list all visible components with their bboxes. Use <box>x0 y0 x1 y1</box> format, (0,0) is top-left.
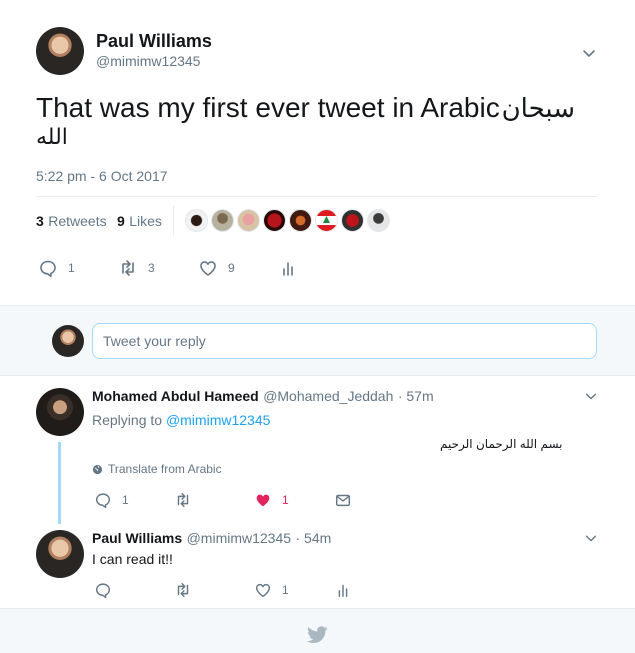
likers-avatars <box>185 209 390 232</box>
author-avatar[interactable] <box>36 27 84 75</box>
reply-input-placeholder: Tweet your reply <box>103 333 206 349</box>
reply-retweet-action[interactable] <box>174 491 192 509</box>
heart-icon <box>254 491 272 509</box>
reply-time[interactable]: · 57m <box>398 388 434 404</box>
reply-like-action[interactable]: 1 <box>254 491 289 509</box>
liker-avatar[interactable] <box>211 209 234 232</box>
retweet-count: 3 <box>148 261 155 275</box>
chevron-down-icon[interactable] <box>584 531 598 545</box>
liker-avatar[interactable] <box>315 209 338 232</box>
replying-to: Replying to @mimimw12345 <box>92 412 270 428</box>
retweets-label: Retweets <box>48 213 107 229</box>
reply-reply-action[interactable]: 1 <box>94 491 129 509</box>
like-count: 9 <box>228 261 235 275</box>
likes-count: 9 <box>117 213 125 229</box>
tweet-text-english: That was my first ever tweet in Arabic <box>36 92 500 123</box>
liker-avatar[interactable] <box>185 209 208 232</box>
thread-line <box>58 442 61 524</box>
reply-like-count: 1 <box>282 493 289 507</box>
divider <box>36 196 598 197</box>
reply-count: 1 <box>68 261 75 275</box>
tweet-text-arabic-1: سبحان <box>501 93 575 123</box>
author-name[interactable]: Paul Williams <box>96 31 212 52</box>
likes-stat[interactable]: 9 Likes <box>117 213 162 231</box>
reply-like-count: 1 <box>282 583 289 597</box>
replying-to-label: Replying to <box>92 412 163 428</box>
reply-time[interactable]: · 54m <box>296 530 332 546</box>
reply-text-arabic: بسم الله الرحمان الرحيم <box>440 437 563 451</box>
translate-link[interactable]: Translate from Arabic <box>92 462 222 476</box>
analytics-icon[interactable] <box>334 581 352 599</box>
liker-avatar[interactable] <box>367 209 390 232</box>
globe-icon <box>92 464 103 475</box>
reply-icon <box>38 258 58 278</box>
reply-author-handle[interactable]: @Mohamed_Jeddah <box>263 388 393 404</box>
reply-author-name[interactable]: Mohamed Abdul Hameed <box>92 388 259 404</box>
retweet-icon <box>174 491 192 509</box>
liker-avatar[interactable] <box>263 209 286 232</box>
tweet-text-arabic-2: الله <box>36 124 68 149</box>
reply-author-handle[interactable]: @mimimw12345 <box>187 530 291 546</box>
reply-header: Paul Williams @mimimw12345 · 54m <box>92 530 331 548</box>
retweet-action[interactable]: 3 <box>118 258 155 278</box>
tweet-timestamp[interactable]: 5:22 pm - 6 Oct 2017 <box>36 168 168 184</box>
analytics-icon[interactable] <box>278 258 298 278</box>
retweet-icon <box>118 258 138 278</box>
heart-icon <box>198 258 218 278</box>
reply-text: I can read it!! <box>92 551 173 567</box>
liker-avatar[interactable] <box>237 209 260 232</box>
reply-input[interactable]: Tweet your reply <box>92 323 597 359</box>
chevron-down-icon[interactable] <box>584 389 598 403</box>
replying-to-handle[interactable]: @mimimw12345 <box>166 412 270 428</box>
retweets-stat[interactable]: 3 Retweets <box>36 213 107 231</box>
reply-author-name[interactable]: Paul Williams <box>92 530 182 546</box>
reply-header: Mohamed Abdul Hameed @Mohamed_Jeddah · 5… <box>92 388 434 406</box>
likes-label: Likes <box>129 213 162 229</box>
reply-like-action[interactable]: 1 <box>254 581 289 599</box>
reply-icon <box>94 581 112 599</box>
reply-reply-count: 1 <box>122 493 129 507</box>
liker-avatar[interactable] <box>289 209 312 232</box>
composer-avatar <box>52 325 84 357</box>
reply-icon <box>94 491 112 509</box>
reply-reply-action[interactable] <box>94 581 112 599</box>
translate-label: Translate from Arabic <box>108 462 222 476</box>
retweet-icon <box>174 581 192 599</box>
twitter-bird-icon <box>307 626 328 644</box>
reply-action[interactable]: 1 <box>38 258 75 278</box>
like-action[interactable]: 9 <box>198 258 235 278</box>
dm-icon[interactable] <box>334 491 352 509</box>
reply-avatar[interactable] <box>36 530 84 578</box>
stats-separator <box>173 206 174 236</box>
reply-retweet-action[interactable] <box>174 581 192 599</box>
retweets-count: 3 <box>36 213 44 229</box>
reply-avatar[interactable] <box>36 388 84 436</box>
liker-avatar[interactable] <box>341 209 364 232</box>
chevron-down-icon[interactable] <box>581 45 597 61</box>
author-handle[interactable]: @mimimw12345 <box>96 53 200 69</box>
heart-icon <box>254 581 272 599</box>
